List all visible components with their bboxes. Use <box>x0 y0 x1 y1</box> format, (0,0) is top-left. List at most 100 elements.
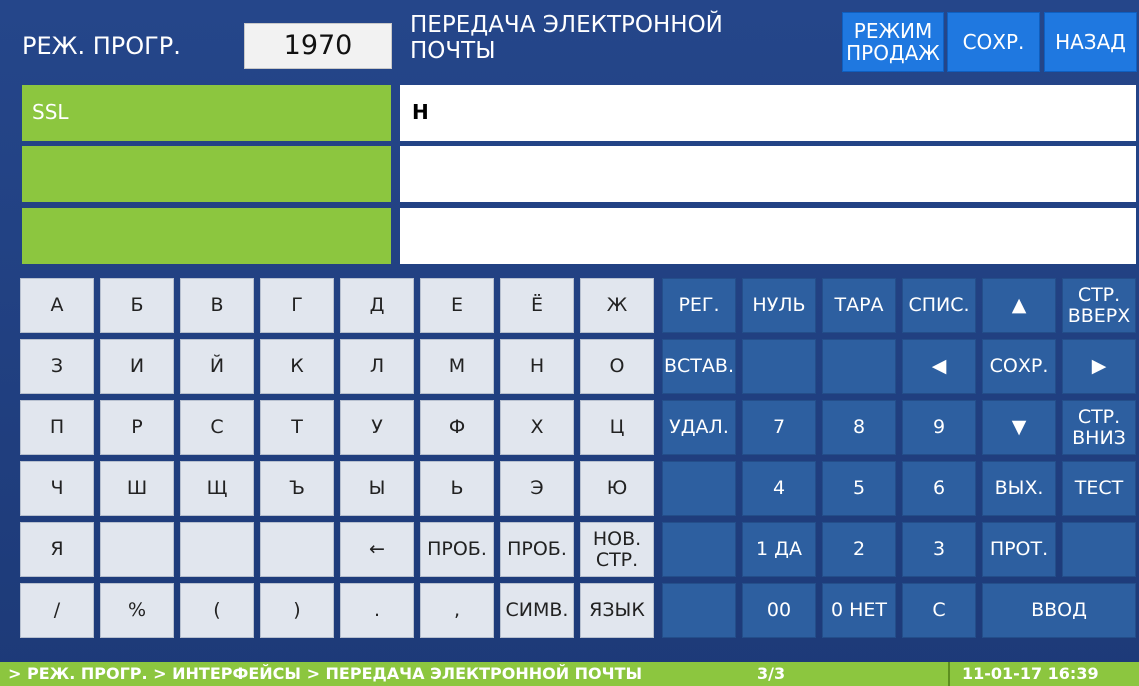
digit-7-key[interactable]: 7 <box>742 400 816 455</box>
key-a[interactable]: А <box>20 278 94 333</box>
sales-mode-button[interactable]: РЕЖИМ ПРОДАЖ <box>842 12 944 72</box>
key-slash[interactable]: / <box>20 583 94 638</box>
key-l[interactable]: Л <box>340 339 414 394</box>
key-b[interactable]: Б <box>100 278 174 333</box>
blank-key[interactable] <box>100 522 174 577</box>
key-u[interactable]: У <box>340 400 414 455</box>
new-line-key[interactable]: НОВ. СТР. <box>580 522 654 577</box>
key-period[interactable]: . <box>340 583 414 638</box>
key-kh[interactable]: Х <box>500 400 574 455</box>
delete-key[interactable]: УДАЛ. <box>662 400 736 455</box>
arrow-up-key[interactable]: ▲ <box>982 278 1056 333</box>
key-hard-sign[interactable]: Ъ <box>260 461 334 516</box>
blank-key[interactable] <box>180 522 254 577</box>
page-title: ПЕРЕДАЧА ЭЛЕКТРОННОЙ ПОЧТЫ <box>410 12 723 64</box>
key-percent[interactable]: % <box>100 583 174 638</box>
key-r[interactable]: Р <box>100 400 174 455</box>
key-yery[interactable]: Ы <box>340 461 414 516</box>
key-m[interactable]: М <box>420 339 494 394</box>
blank-key[interactable] <box>260 522 334 577</box>
blank-key[interactable] <box>662 583 736 638</box>
page-indicator: 3/3 <box>757 664 786 683</box>
page-up-key[interactable]: СТР. ВВЕРХ <box>1062 278 1136 333</box>
key-ya[interactable]: Я <box>20 522 94 577</box>
blank-key[interactable] <box>662 522 736 577</box>
status-bar: > РЕЖ. ПРОГР. > ИНТЕРФЕЙСЫ > ПЕРЕДАЧА ЭЛ… <box>0 662 1139 686</box>
digit-6-key[interactable]: 6 <box>902 461 976 516</box>
blank-key[interactable] <box>662 461 736 516</box>
arrow-left-key[interactable]: ◀ <box>902 339 976 394</box>
key-s[interactable]: С <box>180 400 254 455</box>
digit-9-key[interactable]: 9 <box>902 400 976 455</box>
page-down-key[interactable]: СТР. ВНИЗ <box>1062 400 1136 455</box>
backspace-key[interactable]: ← <box>340 522 414 577</box>
field-value-ssl[interactable]: Н <box>400 85 1136 141</box>
blank-key[interactable] <box>822 339 896 394</box>
key-yo[interactable]: Ё <box>500 278 574 333</box>
test-key[interactable]: ТЕСТ <box>1062 461 1136 516</box>
key-i[interactable]: И <box>100 339 174 394</box>
key-e-reverse[interactable]: Э <box>500 461 574 516</box>
save-button[interactable]: СОХР. <box>947 12 1040 72</box>
digit-3-key[interactable]: 3 <box>902 522 976 577</box>
key-g[interactable]: Г <box>260 278 334 333</box>
key-f[interactable]: Ф <box>420 400 494 455</box>
key-ts[interactable]: Ц <box>580 400 654 455</box>
field-value-3[interactable] <box>400 208 1136 264</box>
mode-label: РЕЖ. ПРОГР. <box>22 32 181 60</box>
space-key[interactable]: ПРОБ. <box>420 522 494 577</box>
key-k[interactable]: К <box>260 339 334 394</box>
program-code-field[interactable]: 1970 <box>244 23 392 69</box>
breadcrumb: > РЕЖ. ПРОГР. > ИНТЕРФЕЙСЫ > ПЕРЕДАЧА ЭЛ… <box>8 664 643 683</box>
key-y-short[interactable]: Й <box>180 339 254 394</box>
enter-key[interactable]: ВВОД <box>982 583 1136 638</box>
digit-2-key[interactable]: 2 <box>822 522 896 577</box>
key-p[interactable]: П <box>20 400 94 455</box>
program-mode-screen: РЕЖ. ПРОГР. 1970 ПЕРЕДАЧА ЭЛЕКТРОННОЙ ПО… <box>0 0 1139 686</box>
key-zh[interactable]: Ж <box>580 278 654 333</box>
space-key[interactable]: ПРОБ. <box>500 522 574 577</box>
protocol-key[interactable]: ПРОТ. <box>982 522 1056 577</box>
key-e[interactable]: Е <box>420 278 494 333</box>
list-key[interactable]: СПИС. <box>902 278 976 333</box>
clear-key[interactable]: С <box>902 583 976 638</box>
back-button[interactable]: НАЗАД <box>1044 12 1137 72</box>
key-soft-sign[interactable]: Ь <box>420 461 494 516</box>
key-z[interactable]: З <box>20 339 94 394</box>
field-label-ssl: SSL <box>22 85 391 141</box>
double-zero-key[interactable]: 00 <box>742 583 816 638</box>
arrow-right-key[interactable]: ▶ <box>1062 339 1136 394</box>
blank-key[interactable] <box>742 339 816 394</box>
digit-8-key[interactable]: 8 <box>822 400 896 455</box>
digit-5-key[interactable]: 5 <box>822 461 896 516</box>
digit-4-key[interactable]: 4 <box>742 461 816 516</box>
digit-1-yes-key[interactable]: 1 ДА <box>742 522 816 577</box>
key-n[interactable]: Н <box>500 339 574 394</box>
key-yu[interactable]: Ю <box>580 461 654 516</box>
key-paren-close[interactable]: ) <box>260 583 334 638</box>
key-t[interactable]: Т <box>260 400 334 455</box>
key-shch[interactable]: Щ <box>180 461 254 516</box>
key-v[interactable]: В <box>180 278 254 333</box>
field-value-2[interactable] <box>400 146 1136 202</box>
key-sh[interactable]: Ш <box>100 461 174 516</box>
key-paren-open[interactable]: ( <box>180 583 254 638</box>
insert-key[interactable]: ВСТАВ. <box>662 339 736 394</box>
field-label-2 <box>22 146 391 202</box>
register-key[interactable]: РЕГ. <box>662 278 736 333</box>
save-key[interactable]: СОХР. <box>982 339 1056 394</box>
date-time: 11-01-17 16:39 <box>948 662 1139 686</box>
field-label-3 <box>22 208 391 264</box>
tare-key[interactable]: ТАРА <box>822 278 896 333</box>
arrow-down-key[interactable]: ▼ <box>982 400 1056 455</box>
symbols-key[interactable]: СИМВ. <box>500 583 574 638</box>
zero-key[interactable]: НУЛЬ <box>742 278 816 333</box>
language-key[interactable]: ЯЗЫК <box>580 583 654 638</box>
blank-key[interactable] <box>1062 522 1136 577</box>
digit-0-no-key[interactable]: 0 НЕТ <box>822 583 896 638</box>
key-comma[interactable]: , <box>420 583 494 638</box>
key-ch[interactable]: Ч <box>20 461 94 516</box>
exit-key[interactable]: ВЫХ. <box>982 461 1056 516</box>
key-o[interactable]: О <box>580 339 654 394</box>
key-d[interactable]: Д <box>340 278 414 333</box>
